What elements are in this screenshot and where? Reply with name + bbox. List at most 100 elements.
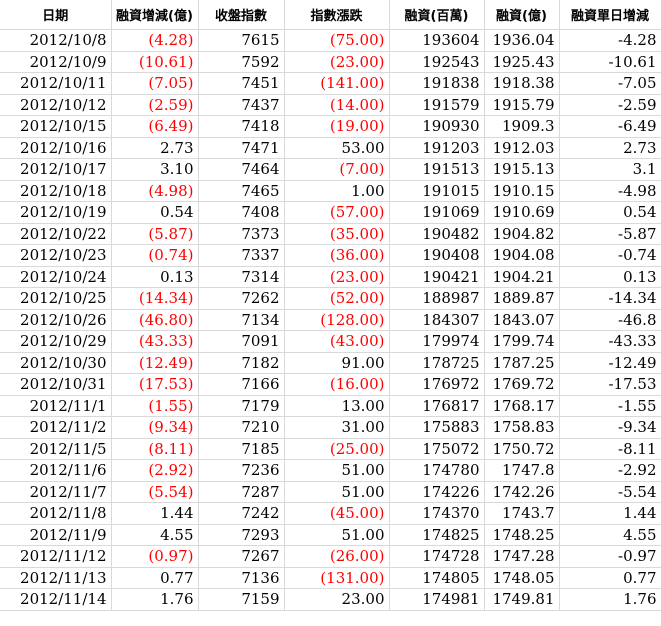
- cell-daily-change: -4.98: [559, 180, 661, 202]
- cell-margin-millions: 184307: [389, 309, 485, 331]
- cell-margin-millions: 174728: [389, 545, 485, 568]
- cell-margin-billions: 1750.72: [484, 438, 560, 460]
- cell-daily-change: -9.34: [559, 416, 661, 439]
- header-daily-change: 融資單日增減: [559, 0, 661, 30]
- cell-daily-change: -4.28: [559, 29, 661, 52]
- cell-margin-billions: 1915.13: [484, 158, 560, 181]
- cell-margin-billions: 1925.43: [484, 51, 560, 73]
- header-margin-millions: 融資(百萬): [389, 0, 485, 30]
- table-row: 2012/11/2 (9.34) 7210 31.00 175883 1758.83 -9.…: [0, 416, 661, 439]
- cell-margin-billions: 1910.15: [484, 180, 560, 202]
- cell-daily-change: 0.77: [559, 567, 661, 589]
- table-row: 2012/10/18 (4.98) 7465 1.00 191015 1910.15 -4.…: [0, 180, 661, 202]
- cell-margin-millions: 193604: [389, 29, 485, 52]
- cell-index-change: (23.00): [284, 51, 390, 73]
- cell-margin-change: (12.49): [111, 352, 199, 374]
- table-row: 2012/10/31 (17.53) 7166 (16.00) 176972 1769.7…: [0, 373, 661, 396]
- cell-margin-change: (43.33): [111, 330, 199, 353]
- cell-margin-millions: 191015: [389, 180, 485, 202]
- cell-close-index: 7267: [198, 545, 285, 568]
- cell-margin-millions: 176972: [389, 373, 485, 396]
- cell-close-index: 7464: [198, 158, 285, 181]
- cell-date: 2012/11/7: [0, 481, 112, 503]
- cell-date: 2012/11/2: [0, 416, 112, 439]
- cell-margin-millions: 179974: [389, 330, 485, 353]
- cell-margin-millions: 174226: [389, 481, 485, 503]
- cell-daily-change: -10.61: [559, 51, 661, 73]
- cell-margin-billions: 1909.3: [484, 115, 560, 138]
- header-margin-change: 融資增減(億): [111, 0, 199, 30]
- cell-index-change: 1.00: [284, 180, 390, 202]
- cell-margin-millions: 174825: [389, 524, 485, 546]
- cell-index-change: 91.00: [284, 352, 390, 374]
- header-close-index: 收盤指數: [198, 0, 285, 30]
- cell-margin-change: (46.80): [111, 309, 199, 331]
- cell-date: 2012/11/6: [0, 459, 112, 482]
- cell-margin-change: (0.74): [111, 244, 199, 267]
- cell-margin-millions: 190930: [389, 115, 485, 138]
- table-row: 2012/11/14 1.76 7159 23.00 174981 1749.81 1.76: [0, 588, 661, 611]
- cell-daily-change: 4.55: [559, 524, 661, 546]
- cell-close-index: 7159: [198, 588, 285, 611]
- cell-close-index: 7287: [198, 481, 285, 503]
- cell-daily-change: -12.49: [559, 352, 661, 374]
- cell-margin-change: (4.28): [111, 29, 199, 52]
- cell-margin-change: 1.76: [111, 588, 199, 611]
- cell-index-change: (7.00): [284, 158, 390, 181]
- cell-margin-change: (17.53): [111, 373, 199, 396]
- cell-daily-change: -46.8: [559, 309, 661, 331]
- cell-index-change: (75.00): [284, 29, 390, 52]
- cell-margin-change: (2.92): [111, 459, 199, 482]
- cell-margin-change: (4.98): [111, 180, 199, 202]
- cell-margin-billions: 1769.72: [484, 373, 560, 396]
- cell-index-change: (25.00): [284, 438, 390, 460]
- cell-close-index: 7262: [198, 287, 285, 310]
- cell-close-index: 7091: [198, 330, 285, 353]
- table-row: 2012/11/7 (5.54) 7287 51.00 174226 1742.26 -5.…: [0, 481, 661, 503]
- cell-close-index: 7373: [198, 223, 285, 245]
- table-row: 2012/11/13 0.77 7136 (131.00) 174805 1748.05 0…: [0, 567, 661, 589]
- cell-margin-billions: 1936.04: [484, 29, 560, 52]
- cell-margin-billions: 1910.69: [484, 201, 560, 224]
- header-row: 日期 融資增減(億) 收盤指數 指數漲跌 融資(百萬) 融資(億) 融資單日增減: [0, 0, 661, 30]
- cell-margin-billions: 1747.28: [484, 545, 560, 568]
- cell-margin-millions: 191513: [389, 158, 485, 181]
- cell-index-change: 51.00: [284, 481, 390, 503]
- cell-date: 2012/10/17: [0, 158, 112, 181]
- cell-close-index: 7182: [198, 352, 285, 374]
- cell-date: 2012/10/29: [0, 330, 112, 353]
- cell-index-change: 53.00: [284, 137, 390, 159]
- cell-margin-change: (10.61): [111, 51, 199, 73]
- cell-date: 2012/11/12: [0, 545, 112, 568]
- cell-margin-billions: 1799.74: [484, 330, 560, 353]
- cell-margin-change: 0.77: [111, 567, 199, 589]
- cell-date: 2012/10/8: [0, 29, 112, 52]
- cell-daily-change: 0.54: [559, 201, 661, 224]
- cell-index-change: 31.00: [284, 416, 390, 439]
- cell-index-change: (19.00): [284, 115, 390, 138]
- cell-close-index: 7314: [198, 266, 285, 288]
- cell-margin-millions: 174981: [389, 588, 485, 611]
- cell-daily-change: -5.54: [559, 481, 661, 503]
- table-row: 2012/11/6 (2.92) 7236 51.00 174780 1747.8 -2.9…: [0, 459, 661, 482]
- cell-date: 2012/10/26: [0, 309, 112, 331]
- cell-index-change: (52.00): [284, 287, 390, 310]
- cell-margin-change: 3.10: [111, 158, 199, 181]
- cell-index-change: (45.00): [284, 502, 390, 525]
- cell-margin-change: (2.59): [111, 94, 199, 116]
- cell-margin-millions: 178725: [389, 352, 485, 374]
- cell-date: 2012/10/30: [0, 352, 112, 374]
- cell-date: 2012/11/8: [0, 502, 112, 525]
- cell-margin-billions: 1768.17: [484, 395, 560, 417]
- cell-date: 2012/10/15: [0, 115, 112, 138]
- cell-index-change: 23.00: [284, 588, 390, 611]
- cell-index-change: (36.00): [284, 244, 390, 267]
- cell-margin-billions: 1915.79: [484, 94, 560, 116]
- cell-daily-change: -2.59: [559, 94, 661, 116]
- margin-financing-table: 日期 融資增減(億) 收盤指數 指數漲跌 融資(百萬) 融資(億) 融資單日增減 2012/…: [0, 0, 661, 611]
- cell-close-index: 7437: [198, 94, 285, 116]
- cell-close-index: 7465: [198, 180, 285, 202]
- cell-date: 2012/10/9: [0, 51, 112, 73]
- header-index-change: 指數漲跌: [284, 0, 390, 30]
- cell-daily-change: -5.87: [559, 223, 661, 245]
